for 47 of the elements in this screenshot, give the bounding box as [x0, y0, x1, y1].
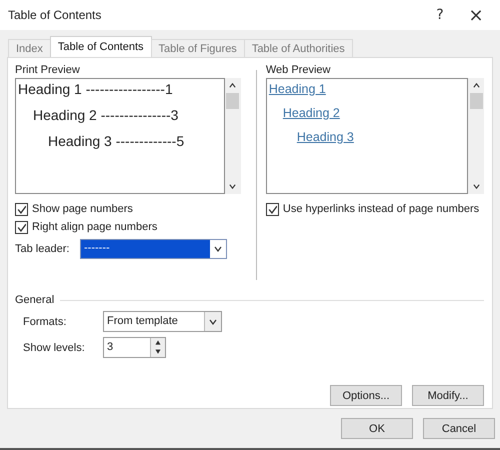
- scroll-down-icon[interactable]: [472, 183, 480, 190]
- toc-entry: Heading 1 -----------------1: [18, 80, 174, 99]
- section-label: Web Preview: [266, 64, 332, 78]
- checkbox[interactable]: [266, 202, 279, 216]
- toc-entry: Heading 3 -------------5: [47, 132, 186, 151]
- caret-icon: [214, 245, 222, 253]
- spin-value: 3: [106, 340, 114, 355]
- scroll-thumb[interactable]: [470, 93, 482, 109]
- checkbox-label: Right align page numbers: [32, 221, 158, 233]
- field-label: Show levels:: [23, 342, 86, 354]
- scroll-up-icon[interactable]: [229, 82, 236, 89]
- scrollbar[interactable]: [224, 78, 241, 194]
- tab[interactable]: Table of Contents: [50, 36, 152, 57]
- tab-leader-dropdown[interactable]: -------: [80, 239, 227, 259]
- hyperlink[interactable]: Heading 1: [268, 82, 326, 96]
- tab[interactable]: Table of Authorities: [244, 39, 353, 57]
- formats-dropdown[interactable]: From template: [103, 311, 222, 332]
- dialog-button[interactable]: Cancel: [423, 418, 495, 439]
- tab[interactable]: Table of Figures: [150, 39, 245, 57]
- field-label: Tab leader:: [15, 243, 70, 255]
- section-label: Print Preview: [15, 64, 81, 78]
- group-title: General: [15, 294, 54, 306]
- checkbox[interactable]: [15, 220, 28, 234]
- help-button[interactable]: ?: [422, 0, 458, 30]
- scroll-down-icon[interactable]: [229, 183, 236, 190]
- scroll-up-icon[interactable]: [472, 82, 480, 89]
- checkbox[interactable]: [15, 202, 28, 216]
- spin-up-icon[interactable]: [155, 340, 161, 346]
- panel-button[interactable]: Modify...: [412, 385, 484, 406]
- checkbox-label: Use hyperlinks instead of page numbers: [282, 203, 480, 215]
- levels-spinbox[interactable]: 3: [103, 337, 166, 358]
- scroll-thumb[interactable]: [226, 93, 240, 109]
- spin-down-icon[interactable]: [155, 348, 161, 354]
- field-label: Formats:: [23, 316, 68, 328]
- dialog-button[interactable]: OK: [341, 418, 413, 439]
- caret-icon[interactable]: [209, 318, 217, 326]
- dropdown-value: From template: [106, 314, 179, 329]
- toc-entry: Heading 2 ---------------3: [32, 106, 180, 125]
- hyperlink[interactable]: Heading 3: [296, 130, 354, 144]
- checkbox-label: Show page numbers: [32, 203, 133, 215]
- tab[interactable]: Index: [8, 39, 51, 57]
- close-button[interactable]: ×: [458, 0, 494, 30]
- window-title: Table of Contents: [8, 8, 102, 22]
- scrollbar[interactable]: [468, 78, 484, 194]
- panel-button[interactable]: Options...: [330, 385, 402, 406]
- dropdown-value: -------: [81, 240, 210, 258]
- hyperlink[interactable]: Heading 2: [282, 106, 340, 120]
